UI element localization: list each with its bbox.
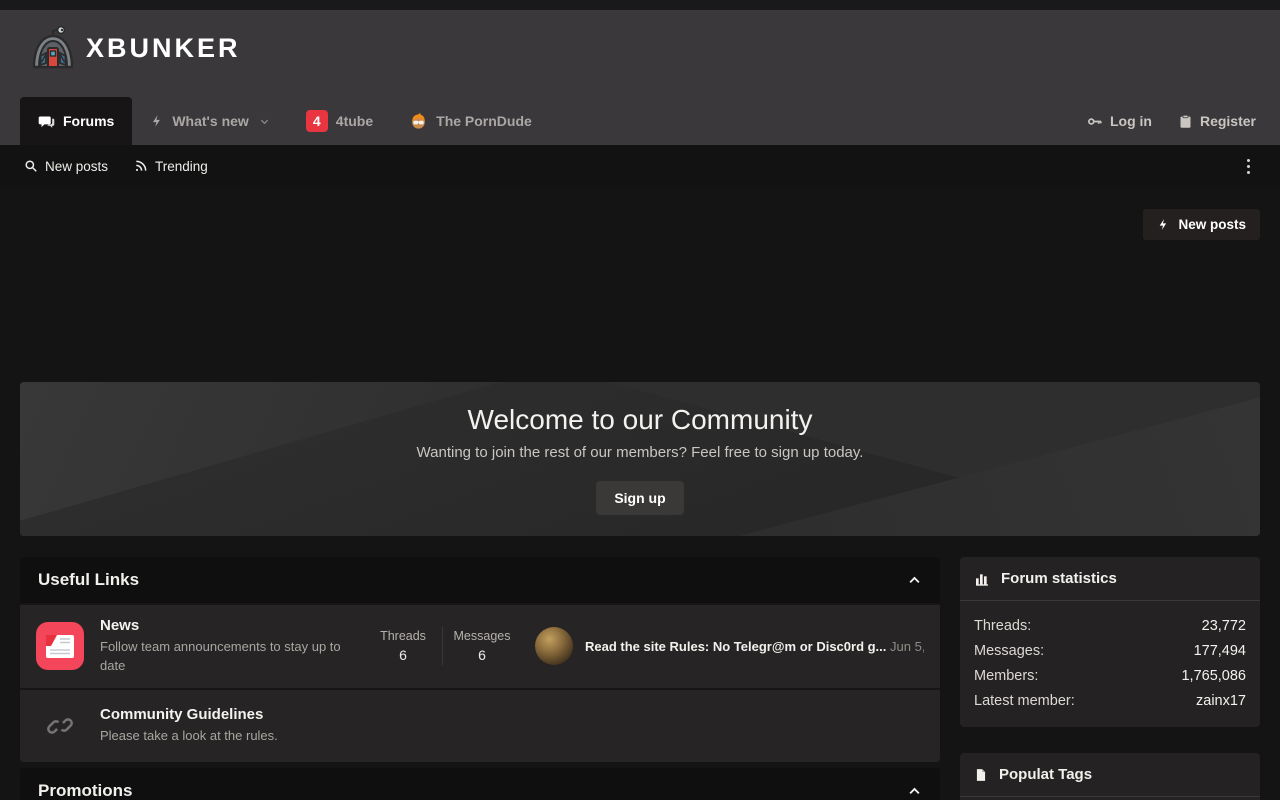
node-desc-guidelines: Please take a look at the rules. [100, 727, 278, 746]
threads-count: 6 [366, 647, 440, 663]
new-posts-button-label: New posts [1178, 217, 1246, 232]
welcome-banner: Welcome to our Community Wanting to join… [20, 382, 1260, 536]
stat-label: Members: [974, 668, 1038, 684]
latest-post-title[interactable]: Read the site Rules: No Telegr@m or Disc… [585, 639, 886, 654]
stat-row-threads: Threads: 23,772 [974, 613, 1246, 638]
subnav-trending[interactable]: Trending [134, 159, 208, 174]
site-header: XBUNKER Forums What's new 4 4tube [0, 10, 1280, 145]
brand-logo[interactable]: XBUNKER [30, 26, 241, 70]
forum-statistics-panel: Forum statistics Threads: 23,772 Message… [960, 557, 1260, 727]
popular-tags-panel: Populat Tags [960, 753, 1260, 800]
forum-node-guidelines: Community Guidelines Please take a look … [20, 688, 940, 762]
threads-label: Threads [366, 629, 440, 643]
sub-nav: New posts Trending [0, 145, 1280, 187]
forum-node-news: News Follow team announcements to stay u… [20, 603, 940, 688]
useful-links-title: Useful Links [38, 570, 139, 590]
document-icon [974, 767, 988, 783]
porndude-icon [409, 112, 428, 131]
tab-4tube-label: 4tube [336, 113, 373, 129]
top-strip [0, 0, 1280, 10]
sign-up-button[interactable]: Sign up [596, 481, 683, 515]
stat-value: 23,772 [1202, 618, 1246, 634]
stat-row-latest-member: Latest member: zainx17 [974, 688, 1246, 713]
forums-icon [38, 113, 55, 130]
promotions-section: Promotions [20, 768, 940, 800]
tab-porndude-label: The PornDude [436, 113, 532, 129]
login-label: Log in [1110, 113, 1152, 129]
node-title-guidelines[interactable]: Community Guidelines [100, 706, 278, 723]
tab-whats-new[interactable]: What's new [132, 97, 287, 145]
bunker-logo-icon [30, 26, 76, 70]
latest-post-meta: Jun 5, 2024 · ... [890, 639, 924, 654]
clipboard-icon [1178, 113, 1193, 130]
useful-links-section: Useful Links [20, 557, 940, 762]
sidebar: Forum statistics Threads: 23,772 Message… [960, 557, 1260, 800]
key-icon [1086, 113, 1103, 130]
tab-4tube[interactable]: 4 4tube [288, 97, 391, 145]
avatar[interactable] [535, 627, 573, 665]
tab-forums-label: Forums [63, 113, 114, 129]
node-stats: Threads 6 Messages 6 [366, 627, 519, 665]
login-link[interactable]: Log in [1086, 113, 1152, 130]
stat-value: 1,765,086 [1181, 668, 1246, 684]
stat-label: Threads: [974, 618, 1031, 634]
chevron-down-icon [259, 116, 270, 127]
forum-statistics-title: Forum statistics [1001, 570, 1117, 587]
auth-links: Log in Register [1086, 97, 1256, 145]
subnav-new-posts-label: New posts [45, 159, 108, 174]
meta-divider [442, 627, 443, 665]
messages-label: Messages [445, 629, 519, 643]
stat-row-messages: Messages: 177,494 [974, 638, 1246, 663]
tab-whats-new-label: What's new [172, 113, 248, 129]
node-desc-news: Follow team announcements to stay up to … [100, 638, 346, 676]
latest-member-link[interactable]: zainx17 [1196, 693, 1246, 709]
rss-icon [134, 159, 148, 173]
lightning-icon [1157, 217, 1170, 232]
subnav-new-posts[interactable]: New posts [24, 159, 108, 174]
popular-tags-title: Populat Tags [999, 766, 1092, 783]
welcome-title: Welcome to our Community [468, 404, 813, 436]
page-content: New posts Welcome to our Community Wanti… [0, 187, 1280, 800]
welcome-subtitle: Wanting to join the rest of our members?… [417, 444, 864, 461]
stat-value: 177,494 [1194, 643, 1246, 659]
chevron-up-icon[interactable] [907, 573, 922, 588]
news-app-icon[interactable] [36, 622, 84, 670]
brand-title: XBUNKER [86, 33, 241, 64]
stat-row-members: Members: 1,765,086 [974, 663, 1246, 688]
subnav-trending-label: Trending [155, 159, 208, 174]
stat-label: Latest member: [974, 693, 1075, 709]
4tube-badge-icon: 4 [306, 110, 328, 132]
search-icon [24, 159, 38, 173]
register-link[interactable]: Register [1178, 113, 1256, 130]
bar-chart-icon [974, 571, 990, 587]
promotions-header[interactable]: Promotions [20, 768, 940, 800]
node-title-news[interactable]: News [100, 617, 346, 634]
lightning-icon [150, 113, 164, 129]
messages-count: 6 [445, 647, 519, 663]
chevron-up-icon[interactable] [907, 784, 922, 799]
stat-label: Messages: [974, 643, 1044, 659]
chain-link-icon[interactable] [36, 702, 84, 750]
latest-post: Read the site Rules: No Telegr@m or Disc… [535, 627, 924, 665]
tab-porndude[interactable]: The PornDude [391, 97, 550, 145]
register-label: Register [1200, 113, 1256, 129]
tab-forums[interactable]: Forums [20, 97, 132, 145]
new-posts-button[interactable]: New posts [1143, 209, 1260, 240]
overflow-menu-icon[interactable] [1241, 153, 1256, 180]
promotions-title: Promotions [38, 781, 132, 800]
useful-links-header[interactable]: Useful Links [20, 557, 940, 603]
